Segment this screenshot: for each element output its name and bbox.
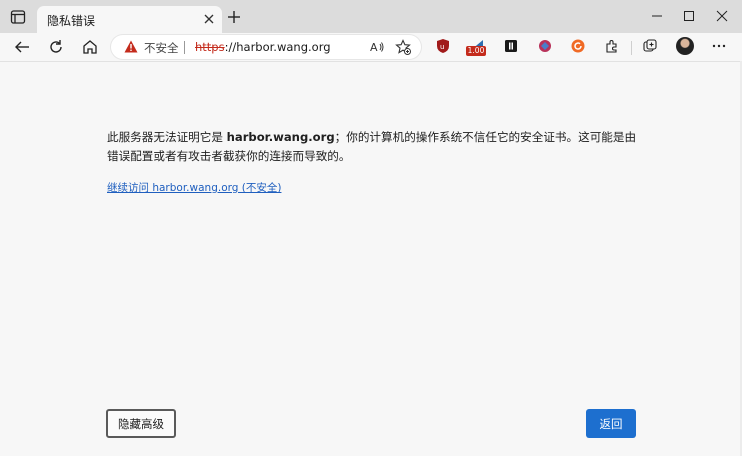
refresh-extension-icon[interactable] <box>570 38 586 54</box>
back-arrow-icon[interactable] <box>13 38 31 56</box>
extension-badge: 1.00 <box>466 46 486 56</box>
toolbar: 不安全 https://harbor.wang.org A u 1.00 <box>0 33 742 62</box>
plus-icon[interactable] <box>227 10 241 24</box>
svg-text:u: u <box>440 43 444 51</box>
profile-avatar[interactable] <box>676 37 694 55</box>
collections-icon[interactable] <box>642 38 658 54</box>
security-label[interactable]: 不安全 <box>144 40 179 56</box>
refresh-icon[interactable] <box>47 38 65 56</box>
error-page: 此服务器无法证明它是 harbor.wang.org；你的计算机的操作系统不信任… <box>0 62 742 456</box>
message-host: harbor.wang.org <box>226 130 335 144</box>
read-aloud-icon[interactable]: A <box>369 39 385 55</box>
warning-icon[interactable] <box>124 40 138 53</box>
close-window-icon[interactable] <box>714 8 730 24</box>
go-back-button[interactable]: 返回 <box>586 409 636 438</box>
tab-strip: 隐私错误 <box>0 0 742 33</box>
toolbar-separator <box>631 41 632 55</box>
tab-active[interactable]: 隐私错误 <box>37 6 222 33</box>
error-message: 此服务器无法证明它是 harbor.wang.org；你的计算机的操作系统不信任… <box>107 128 647 166</box>
message-prefix: 此服务器无法证明它是 <box>107 130 227 144</box>
favorite-star-icon[interactable] <box>395 39 411 55</box>
browser-window: 隐私错误 不安全 https://harbor.wang.org A u 1.0… <box>0 0 742 456</box>
address-divider <box>184 41 185 54</box>
notion-extension-icon[interactable] <box>503 38 519 54</box>
address-bar[interactable]: 不安全 https://harbor.wang.org A <box>111 35 421 59</box>
color-extension-icon[interactable] <box>537 38 553 54</box>
minimize-icon[interactable] <box>649 8 665 24</box>
url-scheme: https <box>195 40 225 54</box>
more-dots-icon[interactable] <box>711 38 727 54</box>
close-icon[interactable] <box>202 12 216 26</box>
url-host: ://harbor.wang.org <box>224 40 331 54</box>
home-icon[interactable] <box>81 38 99 56</box>
extension-icon[interactable] <box>604 38 620 54</box>
tab-actions-icon[interactable] <box>10 9 26 25</box>
url-text[interactable]: https://harbor.wang.org <box>195 40 331 54</box>
ublock-extension-icon[interactable]: u <box>435 38 451 54</box>
tab-title: 隐私错误 <box>47 14 96 28</box>
svg-text:A: A <box>370 41 378 54</box>
continue-unsafe-link[interactable]: 继续访问 harbor.wang.org (不安全) <box>107 180 281 195</box>
hide-advanced-button[interactable]: 隐藏高级 <box>106 409 176 438</box>
maximize-icon[interactable] <box>681 8 697 24</box>
